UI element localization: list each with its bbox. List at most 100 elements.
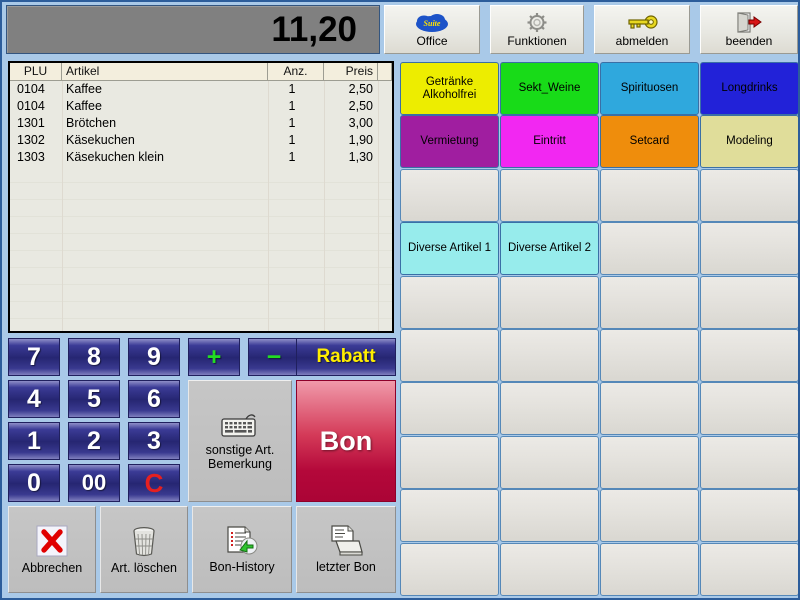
- product-button-empty[interactable]: [500, 168, 599, 222]
- product-button-vermietung[interactable]: Vermietung: [400, 115, 499, 169]
- key-plus[interactable]: +: [188, 338, 240, 376]
- product-button-empty[interactable]: [700, 382, 798, 436]
- product-button-sekt-weine[interactable]: Sekt_Weine: [500, 62, 599, 115]
- receipt-cell-anz: 1: [288, 99, 296, 113]
- product-button-getr-nke-alkoholfrei[interactable]: Getränke Alkoholfrei: [400, 62, 499, 115]
- product-button-empty[interactable]: [600, 168, 699, 222]
- receipt-empty-row[interactable]: [10, 166, 392, 183]
- product-button-modeling[interactable]: Modeling: [700, 115, 798, 169]
- key-9[interactable]: 9: [128, 338, 180, 376]
- receipt-empty-row[interactable]: [10, 302, 392, 319]
- key-7[interactable]: 7: [8, 338, 60, 376]
- receipt-empty-row[interactable]: [10, 268, 392, 285]
- receipt-empty-row[interactable]: [10, 183, 392, 200]
- product-button-empty[interactable]: [600, 275, 699, 329]
- letzter-bon-button[interactable]: letzter Bon: [296, 506, 396, 593]
- office-button[interactable]: Suite Office: [384, 5, 480, 54]
- key-00[interactable]: 00: [68, 464, 120, 502]
- beenden-button[interactable]: beenden: [700, 5, 798, 54]
- product-button-empty[interactable]: [500, 435, 599, 489]
- receipt-cell-gutter: [378, 149, 392, 166]
- key-0[interactable]: 0: [8, 464, 60, 502]
- receipt-table-header: PLU Artikel Anz. Preis: [10, 63, 392, 81]
- product-button-empty[interactable]: [700, 168, 798, 222]
- abmelden-button[interactable]: abmelden: [594, 5, 690, 54]
- product-button-empty[interactable]: [500, 329, 599, 382]
- product-button-empty[interactable]: [700, 222, 798, 276]
- key-minus[interactable]: −: [248, 338, 300, 376]
- sonstige-artikel-bemerkung-button[interactable]: sonstige Art. Bemerkung: [188, 380, 292, 502]
- product-button-diverse-artikel-2[interactable]: Diverse Artikel 2: [500, 222, 599, 276]
- receipt-empty-row[interactable]: [10, 234, 392, 251]
- table-row[interactable]: 1301 Brötchen 1 3,00: [10, 115, 392, 132]
- product-button-setcard[interactable]: Setcard: [600, 115, 699, 169]
- product-button-empty[interactable]: [600, 435, 699, 489]
- product-button-empty[interactable]: [700, 329, 798, 382]
- beenden-button-label: beenden: [725, 33, 773, 48]
- product-button-empty[interactable]: [400, 275, 499, 329]
- product-button-diverse-artikel-1[interactable]: Diverse Artikel 1: [400, 222, 499, 276]
- product-button-empty[interactable]: [400, 329, 499, 382]
- product-button-empty[interactable]: [600, 382, 699, 436]
- product-button-label: Setcard: [629, 135, 670, 148]
- key-5[interactable]: 5: [68, 380, 120, 418]
- receipt-empty-row[interactable]: [10, 285, 392, 302]
- receipt-item-list[interactable]: PLU Artikel Anz. Preis 0104 Kaffee 1 2,50 01…: [8, 61, 394, 333]
- product-button-empty[interactable]: [400, 542, 499, 596]
- key-6[interactable]: 6: [128, 380, 180, 418]
- product-button-empty[interactable]: [400, 435, 499, 489]
- artikel-loeschen-button[interactable]: Art. löschen: [100, 506, 188, 593]
- total-amount-value: 11,20: [271, 9, 357, 49]
- key-8[interactable]: 8: [68, 338, 120, 376]
- product-button-empty[interactable]: [400, 382, 499, 436]
- product-button-empty[interactable]: [600, 222, 699, 276]
- column-header-plu: PLU: [10, 63, 62, 80]
- rabatt-button[interactable]: Rabatt: [296, 338, 396, 376]
- table-row[interactable]: 1303 Käsekuchen klein 1 1,30: [10, 149, 392, 166]
- funktionen-button-label: Funktionen: [507, 33, 567, 48]
- gear-icon: [526, 12, 548, 34]
- product-button-empty[interactable]: [600, 542, 699, 596]
- exit-door-icon: [736, 12, 762, 34]
- receipt-empty-row[interactable]: [10, 217, 392, 234]
- funktionen-button[interactable]: Funktionen: [490, 5, 584, 54]
- receipt-empty-row[interactable]: [10, 251, 392, 268]
- table-row[interactable]: 1302 Käsekuchen 1 1,90: [10, 132, 392, 149]
- product-button-empty[interactable]: [500, 542, 599, 596]
- product-button-empty[interactable]: [700, 489, 798, 543]
- column-header-gutter: [378, 63, 392, 80]
- key-4[interactable]: 4: [8, 380, 60, 418]
- product-button-empty[interactable]: [700, 542, 798, 596]
- receipt-cell-artikel: Kaffee: [66, 82, 102, 96]
- key-1[interactable]: 1: [8, 422, 60, 460]
- receipt-cell-anz: 1: [288, 116, 296, 130]
- product-button-empty[interactable]: [700, 275, 798, 329]
- product-button-empty[interactable]: [600, 489, 699, 543]
- product-button-empty[interactable]: [600, 329, 699, 382]
- key-2[interactable]: 2: [68, 422, 120, 460]
- product-button-empty[interactable]: [400, 168, 499, 222]
- key-3[interactable]: 3: [128, 422, 180, 460]
- receipt-cell-plu: 0104: [17, 99, 45, 113]
- product-button-empty[interactable]: [500, 489, 599, 543]
- receipt-cell-artikel: Brötchen: [66, 116, 117, 130]
- abbrechen-button[interactable]: Abbrechen: [8, 506, 96, 593]
- top-toolbar: 11,20 Suite Office Funktionen abmelden b…: [2, 2, 798, 57]
- product-button-eintritt[interactable]: Eintritt: [500, 115, 599, 169]
- bon-button[interactable]: Bon: [296, 380, 396, 502]
- product-button-label: Diverse Artikel 1: [407, 242, 492, 255]
- product-button-empty[interactable]: [400, 489, 499, 543]
- product-button-empty[interactable]: [500, 382, 599, 436]
- product-button-label: Vermietung: [420, 135, 479, 148]
- product-button-longdrinks[interactable]: Longdrinks: [700, 62, 798, 115]
- abmelden-button-label: abmelden: [615, 33, 669, 48]
- table-row[interactable]: 0104 Kaffee 1 2,50: [10, 98, 392, 115]
- receipt-cell-gutter: [378, 98, 392, 115]
- table-row[interactable]: 0104 Kaffee 1 2,50: [10, 81, 392, 98]
- product-button-spirituosen[interactable]: Spirituosen: [600, 62, 699, 115]
- product-button-empty[interactable]: [500, 275, 599, 329]
- product-button-empty[interactable]: [700, 435, 798, 489]
- key-clear[interactable]: C: [128, 464, 180, 502]
- receipt-empty-row[interactable]: [10, 200, 392, 217]
- bon-history-button[interactable]: Bon-History: [192, 506, 292, 593]
